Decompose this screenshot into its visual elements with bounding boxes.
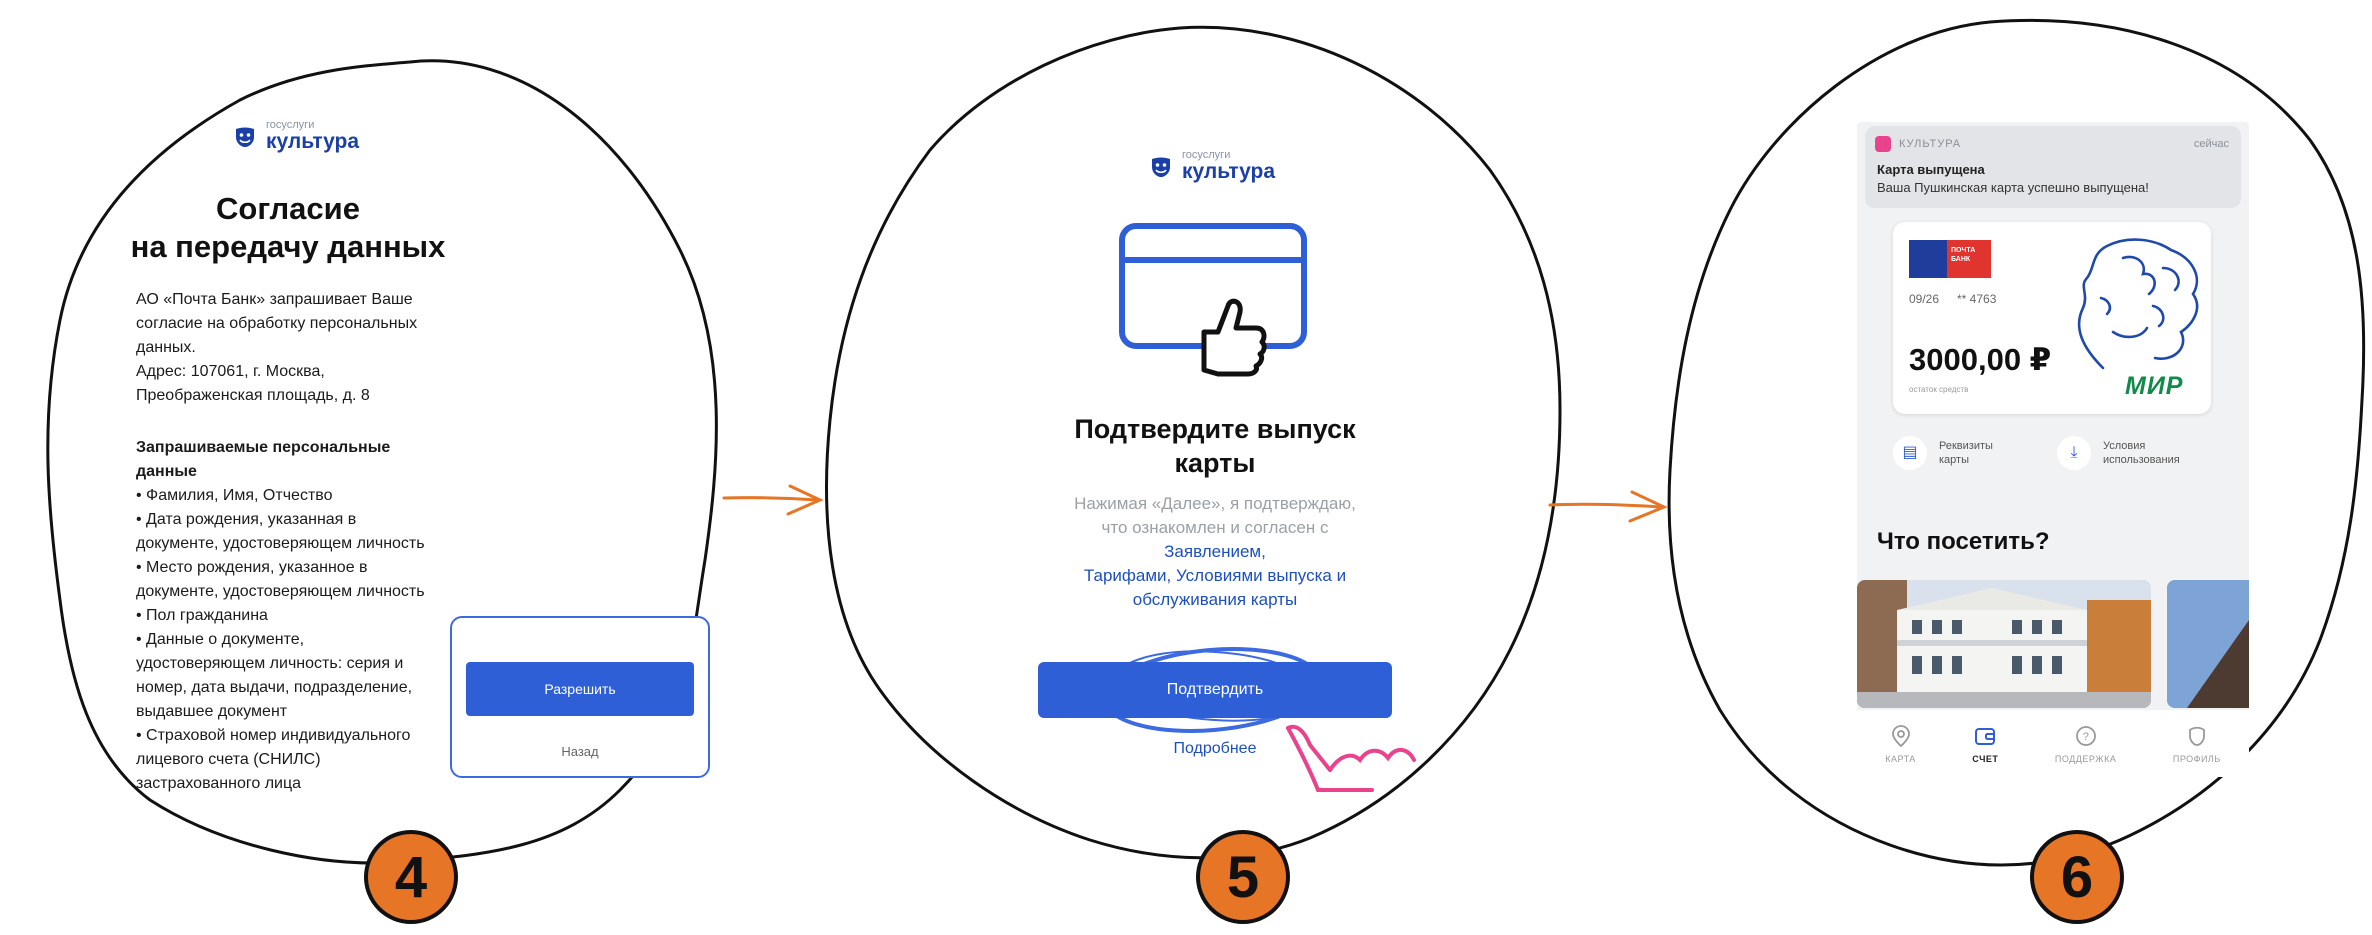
confirm-button[interactable]: Подтвердить	[1038, 662, 1392, 718]
tab-label: СЧЕТ	[1972, 753, 1999, 764]
brand-logo: госуслуги культура	[1150, 150, 1275, 183]
notification-text: Ваша Пушкинская карта успешно выпущена!	[1877, 180, 2149, 195]
list-item: застрахованного лица	[136, 775, 302, 792]
step-badge-6: 6	[2030, 830, 2124, 924]
mir-logo: МИР	[2125, 372, 2184, 400]
personal-data-list: Запрашиваемые персональные данные • Фами…	[136, 436, 458, 796]
notification-app-name: КУЛЬТУРА	[1899, 138, 1962, 150]
arrow-5-to-6	[1548, 490, 1668, 523]
action-label: Реквизиты	[1939, 440, 1993, 452]
app-icon	[1875, 136, 1891, 152]
card-thumbs-up-icon	[1119, 223, 1307, 377]
list-item: удостоверяющем личность: серия и	[136, 655, 404, 672]
intro-line: Преображенская площадь, д. 8	[136, 387, 370, 404]
wallet-icon	[1975, 727, 1996, 745]
event-image-second[interactable]	[2167, 580, 2249, 708]
consent-title: Согласие на передачу данных	[118, 190, 458, 266]
statement-link[interactable]: Заявлением,	[1030, 540, 1400, 564]
second-event-photo	[2167, 580, 2249, 708]
consent-intro: АО «Почта Банк» запрашивает Ваше согласи…	[136, 288, 458, 408]
bank-logo: ПОЧТА БАНК	[1909, 240, 1991, 278]
allow-popup-zoom: Разрешить Назад	[450, 616, 710, 778]
tab-label: ПОДДЕРЖКА	[2054, 753, 2117, 764]
step-badge-4: 4	[364, 830, 458, 924]
tab-map[interactable]: КАРТА	[1885, 724, 1916, 764]
brand-name: культура	[266, 130, 360, 153]
tab-account[interactable]: СЧЕТ	[1972, 724, 1998, 764]
theater-mask-icon	[1152, 157, 1170, 177]
intro-line: данных.	[136, 339, 196, 356]
consent-title-line-1: Согласие	[216, 191, 360, 226]
terms-of-use-action[interactable]: ⤓ Условия использования	[2057, 436, 2180, 470]
list-item: документе, удостоверяющем личность	[136, 583, 425, 600]
map-pin-icon	[1891, 724, 1910, 747]
tab-label: КАРТА	[1885, 753, 1916, 764]
consent-screen: госуслуги культура Согласие на передачу …	[118, 110, 458, 810]
what-to-visit-title: Что посетить?	[1877, 528, 2050, 555]
account-screen: КУЛЬТУРА сейчас Карта выпущена Ваша Пушк…	[1857, 122, 2249, 777]
action-label: Условия	[2103, 440, 2146, 452]
brand-name: культура	[1182, 160, 1276, 183]
back-link[interactable]: Назад	[452, 744, 708, 759]
notification-time: сейчас	[2193, 138, 2229, 150]
intro-line: АО «Почта Банк» запрашивает Ваше	[136, 291, 413, 308]
list-item: • Пол гражданина	[136, 607, 268, 624]
list-item: • Страховой номер индивидуального	[136, 727, 411, 744]
download-icon: ⤓	[2057, 436, 2091, 470]
step-badge-5: 5	[1196, 830, 1290, 924]
action-label: карты	[1939, 454, 1969, 466]
list-item: выдавшее документ	[136, 703, 288, 720]
intro-line: согласие на обработку персональных	[136, 315, 418, 332]
confirm-title-line-1: Подтвердите выпуск	[1074, 414, 1356, 444]
list-item: • Место рождения, указанное в	[136, 559, 368, 576]
confirm-terms: Нажимая «Далее», я подтверждаю, что озна…	[1030, 492, 1400, 612]
tab-profile[interactable]: ПРОФИЛЬ	[2173, 724, 2221, 764]
arrow-4-to-5	[722, 484, 824, 516]
support-icon: ?	[2075, 725, 2096, 746]
card-balance: 3000,00 ₽	[1909, 342, 2052, 377]
document-icon: ▤	[1893, 436, 1927, 470]
tab-label: ПРОФИЛЬ	[2172, 753, 2221, 764]
action-label: использования	[2103, 454, 2180, 466]
section-heading: данные	[136, 463, 197, 480]
confirm-title-line-2: карты	[1174, 448, 1256, 478]
section-heading: Запрашиваемые персональные	[136, 439, 391, 456]
tariffs-link[interactable]: Тарифами, Условиями выпуска и	[1030, 564, 1400, 588]
list-item: • Данные о документе,	[136, 631, 305, 648]
card-number: ** 4763	[1957, 292, 1997, 306]
profile-icon	[2188, 726, 2205, 746]
list-item: • Фамилия, Имя, Отчество	[136, 487, 333, 504]
list-item: лицевого счета (СНИЛС)	[136, 751, 321, 768]
pushkin-portrait-icon	[2077, 238, 2199, 370]
tab-support[interactable]: ? ПОДДЕРЖКА	[2055, 724, 2116, 764]
consent-title-line-2: на передачу данных	[130, 229, 446, 264]
event-image-building[interactable]	[1857, 580, 2151, 708]
svg-text:?: ?	[2082, 731, 2089, 743]
list-item: • Дата рождения, указанная в	[136, 511, 357, 528]
building-photo	[1857, 580, 2151, 708]
list-item: номер, дата выдачи, подразделение,	[136, 679, 413, 696]
bottom-tab-bar: КАРТА СЧЕТ ? ПОДДЕРЖКА ПРОФИЛЬ	[1857, 710, 2249, 777]
card-service-link[interactable]: обслуживания карты	[1030, 588, 1400, 612]
allow-button[interactable]: Разрешить	[466, 662, 694, 716]
card-details-action[interactable]: ▤ Реквизиты карты	[1893, 436, 1993, 470]
intro-line: Адрес: 107061, г. Москва,	[136, 363, 325, 380]
notification-title: Карта выпущена	[1877, 162, 1985, 177]
brand-logo: госуслуги культура	[234, 120, 359, 153]
confirm-card-screen: госуслуги культура Подтвердите выпуск ка…	[1030, 140, 1400, 800]
pushkin-card[interactable]: ПОЧТА БАНК 09/26 ** 4763 3000,00 ₽ остат…	[1893, 222, 2211, 414]
card-expiry: 09/26	[1909, 292, 1940, 306]
theater-mask-icon	[236, 127, 254, 147]
bank-name: ПОЧТА БАНК	[1947, 240, 1991, 278]
list-item: документе, удостоверяющем личность	[136, 535, 425, 552]
terms-text: что ознакомлен и согласен с	[1101, 518, 1329, 537]
push-notification[interactable]: КУЛЬТУРА сейчас Карта выпущена Ваша Пушк…	[1865, 126, 2241, 208]
more-link[interactable]: Подробнее	[1030, 740, 1400, 758]
balance-label: остаток средств	[1909, 385, 1969, 394]
terms-text: Нажимая «Далее», я подтверждаю,	[1074, 494, 1356, 513]
confirm-title: Подтвердите выпуск карты	[1030, 412, 1400, 480]
